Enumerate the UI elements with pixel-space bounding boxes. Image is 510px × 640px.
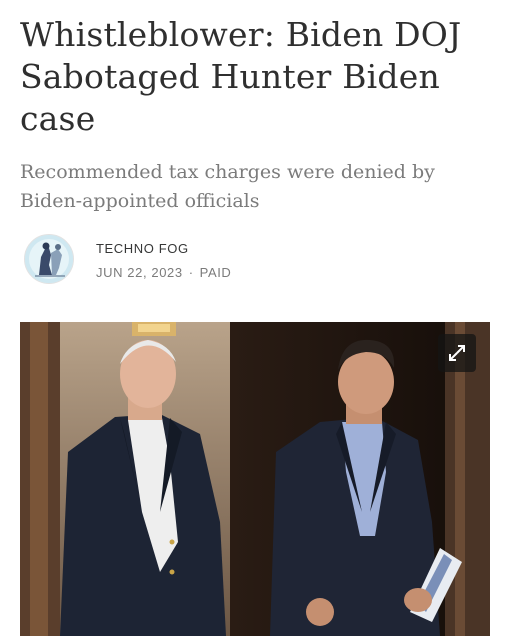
expand-icon <box>449 345 465 361</box>
author-name[interactable]: TECHNO FOG <box>96 241 189 256</box>
byline: TECHNO FOG JUN 22, 2023 · PAID <box>24 234 424 286</box>
article-title: Whistleblower: Biden DOJ Sabotaged Hunte… <box>20 15 462 138</box>
article-photo[interactable] <box>20 322 490 636</box>
meta-separator: · <box>188 265 194 280</box>
post-date: JUN 22, 2023 <box>96 265 183 280</box>
author-avatar[interactable] <box>24 234 74 284</box>
article-subtitle: Recommended tax charges were denied by B… <box>20 161 435 212</box>
post-meta: JUN 22, 2023 · PAID <box>96 265 231 280</box>
access-label: PAID <box>199 265 232 280</box>
expand-image-button[interactable] <box>438 334 476 372</box>
